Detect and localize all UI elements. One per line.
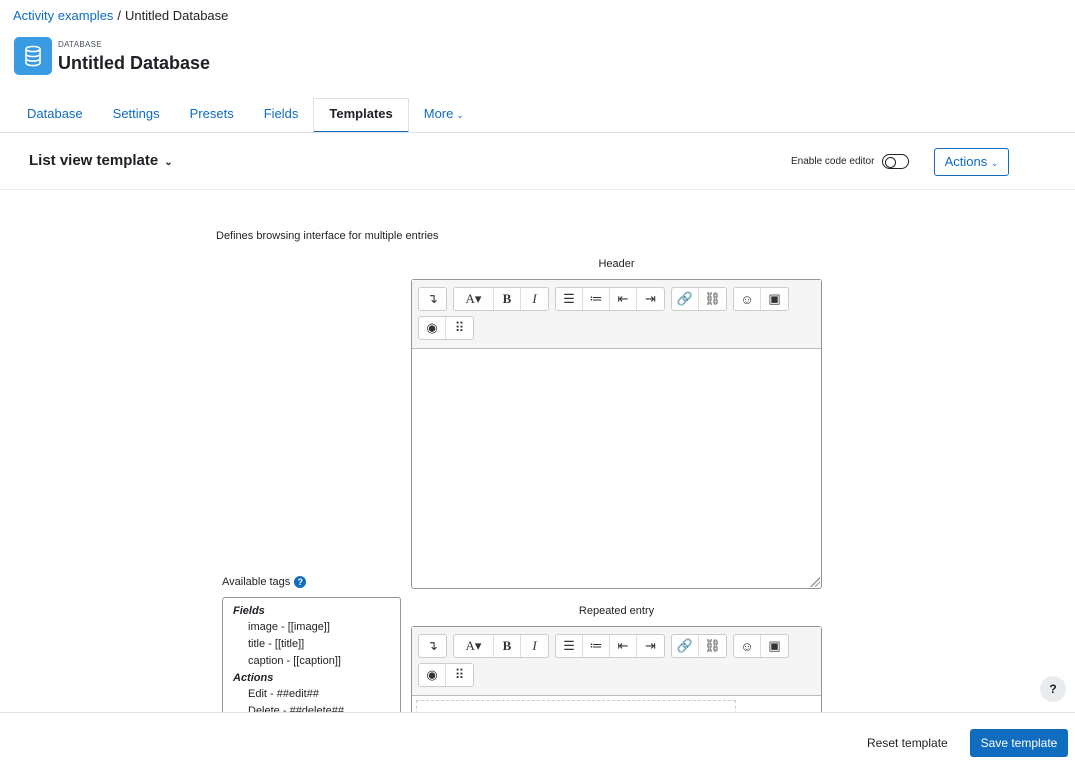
outdent-icon[interactable]: ⇤ [610,635,637,657]
template-selector-label: List view template [29,152,159,169]
tag-group-actions: Actions [233,672,274,684]
actions-menu-button[interactable]: Actions ⌄ [934,148,1009,176]
breadcrumb-current: Untitled Database [125,8,229,23]
tab-more[interactable]: More ⌄ [409,98,479,133]
emoji-icon[interactable]: ☺ [734,288,761,310]
database-icon [14,37,52,75]
italic-icon[interactable]: I [521,635,548,657]
available-tags-text: Available tags [222,576,291,588]
tab-templates[interactable]: Templates [313,98,409,133]
breadcrumb: Activity examples / Untitled Database [13,8,228,23]
available-tags-list[interactable]: Fields image - [[image]] title - [[title… [222,597,401,727]
chevron-down-icon: ⌄ [990,158,999,168]
unlink-icon[interactable]: ⛓ [699,635,726,657]
bold-icon[interactable]: B [494,288,521,310]
link-icon[interactable]: 🔗 [672,288,699,310]
outdent-icon[interactable]: ⇤ [610,288,637,310]
show-more-buttons-icon[interactable]: ↴ [419,635,446,657]
screenreader-helper-icon[interactable]: ⠿ [446,664,473,686]
resize-handle-icon[interactable] [810,577,820,587]
template-description: Defines browsing interface for multiple … [216,230,439,242]
code-editor-label: Enable code editor [791,156,875,167]
actions-label: Actions [944,154,988,169]
breadcrumb-parent-link[interactable]: Activity examples [13,8,113,23]
available-tags-label: Available tags? [222,576,307,588]
ordered-list-icon[interactable]: ≔ [583,635,610,657]
template-selector[interactable]: List view template ⌄ [29,152,173,169]
emoji-icon[interactable]: ☺ [734,635,761,657]
reset-template-button[interactable]: Reset template [861,731,954,755]
header-editor-toolbar: ↴ A▾ B I ☰ ≔ ⇤ ⇥ 🔗 ⛓ ☺ ▣ ◉ ⠿ [412,280,821,349]
tab-fields[interactable]: Fields [249,98,314,133]
bold-icon[interactable]: B [494,635,521,657]
unlink-icon[interactable]: ⛓ [699,288,726,310]
repeated-editor-toolbar: ↴ A▾ B I ☰ ≔ ⇤ ⇥ 🔗 ⛓ ☺ ▣ ◉ ⠿ [412,627,821,696]
image-icon[interactable]: ▣ [761,288,788,310]
link-icon[interactable]: 🔗 [672,635,699,657]
breadcrumb-separator: / [117,8,122,23]
page-title: Untitled Database [58,53,211,73]
font-style-icon[interactable]: A▾ [454,288,494,310]
screenreader-helper-icon[interactable]: ⠿ [446,317,473,339]
header-section-label: Header [598,258,635,270]
tag-item[interactable]: title - [[title]] [233,636,390,653]
accessibility-checker-icon[interactable]: ◉ [419,317,446,339]
chevron-down-icon: ⌄ [164,157,173,168]
tag-group-fields: Fields [233,605,265,617]
code-editor-toggle[interactable] [882,154,909,169]
save-template-button[interactable]: Save template [970,729,1068,757]
help-button[interactable]: ? [1040,676,1066,702]
unordered-list-icon[interactable]: ☰ [556,288,583,310]
tab-database[interactable]: Database [12,98,98,133]
tab-presets[interactable]: Presets [175,98,249,133]
italic-icon[interactable]: I [521,288,548,310]
image-icon[interactable]: ▣ [761,635,788,657]
header-editor-content[interactable] [412,349,821,588]
activity-type-label: DATABASE [58,40,102,49]
tag-item[interactable]: caption - [[caption]] [233,653,390,670]
indent-icon[interactable]: ⇥ [637,288,664,310]
ordered-list-icon[interactable]: ≔ [583,288,610,310]
help-icon[interactable]: ? [294,576,307,588]
tag-item[interactable]: Edit - ##edit## [233,686,390,703]
unordered-list-icon[interactable]: ☰ [556,635,583,657]
tag-item[interactable]: image - [[image]] [233,619,390,636]
font-style-icon[interactable]: A▾ [454,635,494,657]
show-more-buttons-icon[interactable]: ↴ [419,288,446,310]
repeated-entry-label: Repeated entry [578,605,655,617]
indent-icon[interactable]: ⇥ [637,635,664,657]
chevron-down-icon: ⌄ [456,110,464,120]
secondary-nav: Database Settings Presets Fields Templat… [12,98,479,133]
tab-settings[interactable]: Settings [98,98,175,133]
header-editor: ↴ A▾ B I ☰ ≔ ⇤ ⇥ 🔗 ⛓ ☺ ▣ ◉ ⠿ [411,279,822,589]
template-bar-divider [0,189,1075,190]
accessibility-checker-icon[interactable]: ◉ [419,664,446,686]
tabs-divider [0,132,1075,133]
tab-more-label: More [423,106,454,121]
